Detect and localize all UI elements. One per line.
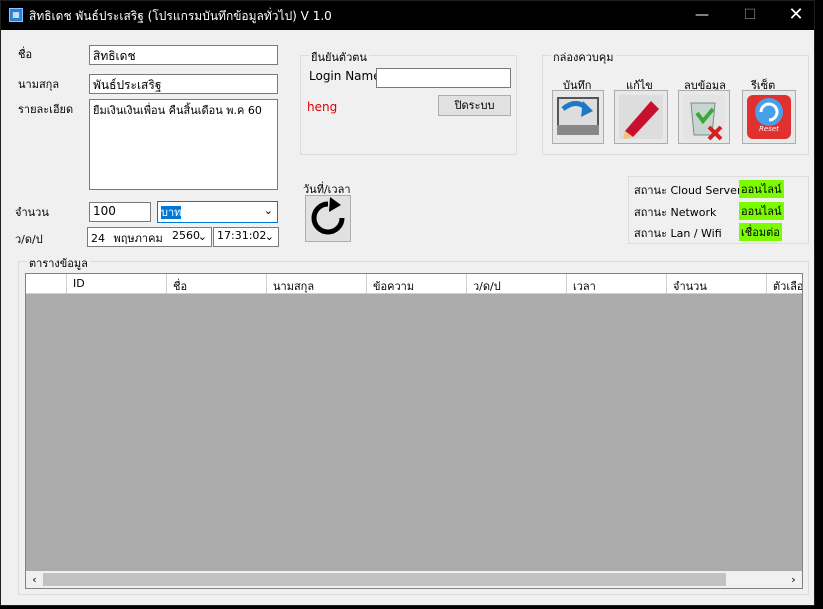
edit-icon	[619, 95, 663, 139]
status-panel: สถานะ Cloud Server ออนไลน์ สถานะ Network…	[628, 176, 809, 244]
date-label: ว/ด/ป	[15, 233, 43, 246]
main-window: ▦ สิทธิเดช พันธ์ประเสริฐ (โปรแกรมบันทึกข…	[0, 0, 815, 606]
date-month: พฤษภาคม	[113, 232, 163, 245]
date-day: 24	[91, 232, 105, 245]
name-field[interactable]: สิทธิเดช	[89, 45, 278, 65]
auth-group-title: ยืนยันตัวตน	[309, 48, 369, 66]
name-label: ชื่อ	[18, 48, 33, 61]
login-name-input[interactable]	[376, 68, 511, 88]
time-value: 17:31:02	[217, 229, 267, 242]
detail-textarea[interactable]: ยืมเงินเงินเพื่อน คืนสิ้นเดือน พ.ค 60	[89, 99, 278, 190]
table-group-title: ตารางข้อมูล	[27, 254, 90, 272]
scroll-right-icon[interactable]: ›	[785, 571, 802, 588]
title-bar[interactable]: ▦ สิทธิเดช พันธ์ประเสริฐ (โปรแกรมบันทึกข…	[1, 1, 814, 30]
amount-label: จำนวน	[15, 206, 49, 219]
detail-label: รายละเอียด	[18, 103, 74, 116]
minimize-icon[interactable]: —	[679, 1, 725, 30]
time-picker[interactable]: 17:31:02 ⌄	[213, 227, 279, 247]
lan-status-label: สถานะ Lan / Wifi	[634, 227, 722, 240]
column-surname[interactable]: นามสกุล	[267, 274, 367, 293]
chevron-down-icon: ⌄	[263, 204, 273, 217]
auth-group: ยืนยันตัวตน Login Name heng ปิดระบบ	[300, 48, 517, 155]
refresh-button[interactable]	[305, 195, 351, 242]
horizontal-scrollbar[interactable]: ‹ ›	[26, 571, 802, 588]
control-group: กล่องควบคุม บันทึก แก้ไข ลบข้อมูล รีเซ็ต…	[542, 48, 809, 155]
scroll-left-icon[interactable]: ‹	[26, 571, 43, 588]
data-grid[interactable]: ID ชื่อ นามสกุล ข้อความ ว/ด/ป เวลา จำนวน…	[25, 273, 803, 589]
reset-button[interactable]: Reset	[742, 90, 796, 144]
column-date[interactable]: ว/ด/ป	[467, 274, 567, 293]
lan-status-badge: เชื่อมต่อ	[739, 223, 782, 241]
column-time[interactable]: เวลา	[567, 274, 667, 293]
surname-label: นามสกุล	[18, 78, 60, 91]
delete-button[interactable]	[678, 90, 730, 144]
close-system-button[interactable]: ปิดระบบ	[438, 95, 511, 116]
control-group-title: กล่องควบคุม	[551, 48, 616, 66]
login-label: Login Name	[309, 69, 381, 83]
row-header-column[interactable]	[26, 274, 67, 293]
date-picker[interactable]: 24 พฤษภาคม 2560 ⌄	[87, 227, 212, 247]
unit-selected-value: บาท	[161, 206, 182, 219]
column-options[interactable]: ตัวเลือก	[767, 274, 802, 293]
column-message[interactable]: ข้อความ	[367, 274, 467, 293]
date-year: 2560	[172, 229, 200, 242]
reset-icon-text: Reset	[759, 125, 779, 133]
app-icon: ▦	[9, 8, 23, 22]
save-icon	[557, 97, 599, 135]
cloud-status-badge: ออนไลน์	[739, 180, 784, 198]
chevron-down-icon: ⌄	[197, 230, 207, 243]
window-title: สิทธิเดช พันธ์ประเสริฐ (โปรแกรมบันทึกข้อ…	[29, 9, 332, 23]
refresh-icon	[311, 197, 345, 235]
reset-icon	[747, 95, 791, 139]
grid-header: ID ชื่อ นามสกุล ข้อความ ว/ด/ป เวลา จำนวน…	[26, 274, 802, 294]
column-id[interactable]: ID	[67, 274, 167, 293]
datetime-panel: วันที่/เวลา	[300, 178, 355, 244]
close-icon[interactable]: ✕	[773, 1, 819, 30]
login-user-text: heng	[307, 100, 338, 114]
unit-select[interactable]: บาท ⌄	[157, 201, 278, 223]
cloud-status-label: สถานะ Cloud Server	[634, 184, 742, 197]
network-status-label: สถานะ Network	[634, 206, 717, 219]
scroll-thumb[interactable]	[43, 573, 726, 586]
chevron-down-icon: ⌄	[264, 230, 274, 243]
delete-icon	[683, 95, 725, 141]
column-name[interactable]: ชื่อ	[167, 274, 267, 293]
column-amount[interactable]: จำนวน	[667, 274, 767, 293]
network-status-badge: ออนไลน์	[739, 202, 784, 220]
save-button[interactable]	[552, 90, 604, 144]
surname-field[interactable]: พันธ์ประเสริฐ	[89, 74, 278, 94]
maximize-icon[interactable]: ☐	[727, 1, 773, 30]
edit-button[interactable]	[614, 90, 668, 144]
amount-field[interactable]: 100	[89, 202, 151, 222]
